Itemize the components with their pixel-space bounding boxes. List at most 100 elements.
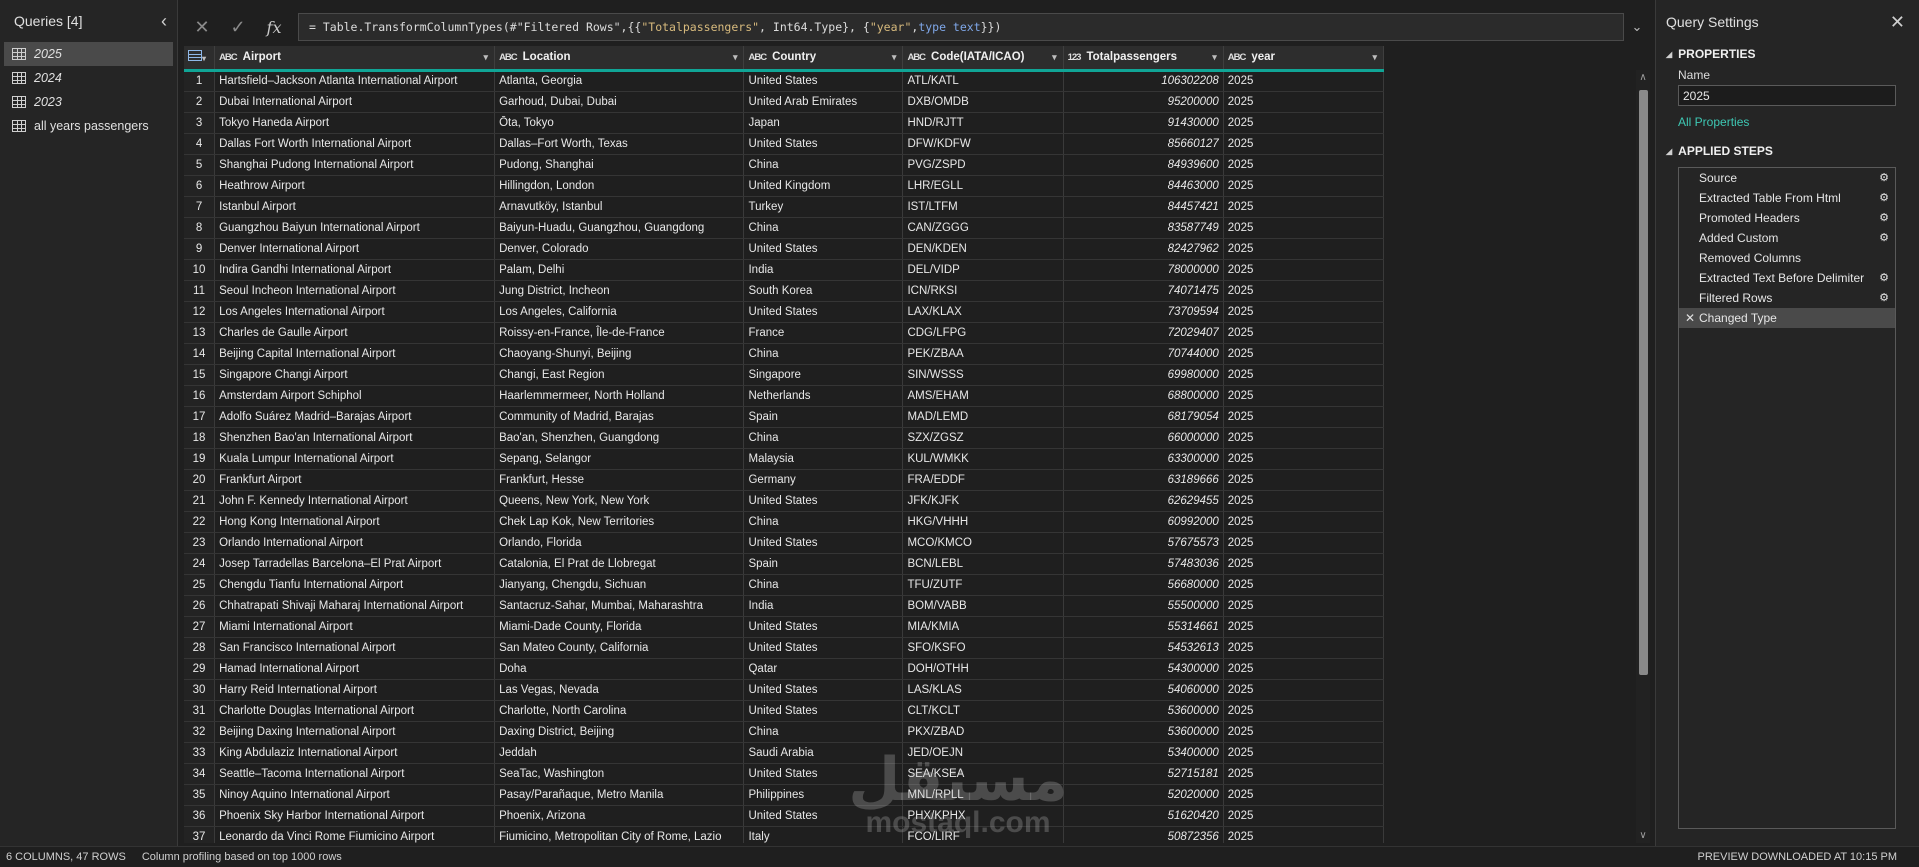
table-cell[interactable]: ICN/RKSI — [902, 280, 1064, 302]
table-cell[interactable]: 78000000 — [1063, 259, 1224, 281]
table-cell[interactable]: United States — [743, 490, 904, 512]
table-cell[interactable]: Beijing Daxing International Airport — [214, 721, 496, 743]
table-cell[interactable]: BOM/VABB — [902, 595, 1064, 617]
vertical-scrollbar[interactable]: ∧ ∨ — [1636, 70, 1650, 843]
table-cell[interactable]: Philippines — [743, 784, 904, 806]
query-item[interactable]: 2024 — [4, 66, 173, 90]
table-cell[interactable]: 54300000 — [1063, 658, 1224, 680]
table-cell[interactable]: 50872356 — [1063, 826, 1224, 843]
table-cell[interactable]: 53600000 — [1063, 700, 1224, 722]
table-cell[interactable]: King Abdulaziz International Airport — [214, 742, 496, 764]
gear-icon[interactable]: ⚙ — [1879, 211, 1889, 224]
text-type-icon[interactable]: ABC — [907, 52, 926, 63]
applied-step[interactable]: Extracted Text Before Delimiter ⚙ — [1679, 268, 1895, 288]
table-cell[interactable]: PHX/KPHX — [902, 805, 1064, 827]
table-cell[interactable]: 54532613 — [1063, 637, 1224, 659]
table-cell[interactable]: 2025 — [1223, 553, 1385, 575]
table-cell[interactable]: LHR/EGLL — [902, 175, 1064, 197]
table-cell[interactable]: Adolfo Suárez Madrid–Barajas Airport — [214, 406, 496, 428]
applied-step[interactable]: Promoted Headers ⚙ — [1679, 208, 1895, 228]
column-header[interactable]: 123 Totalpassengers ▾ — [1063, 46, 1224, 72]
query-item[interactable]: 2025 — [4, 42, 173, 66]
table-cell[interactable]: 2025 — [1223, 70, 1385, 92]
table-cell[interactable]: Changi, East Region — [494, 364, 745, 386]
table-cell[interactable]: 74071475 — [1063, 280, 1224, 302]
filter-dropdown-icon[interactable]: ▾ — [1212, 52, 1217, 63]
table-cell[interactable]: Istanbul Airport — [214, 196, 496, 218]
table-cell[interactable]: Charles de Gaulle Airport — [214, 322, 496, 344]
table-cell[interactable]: 57483036 — [1063, 553, 1224, 575]
table-cell[interactable]: 84463000 — [1063, 175, 1224, 197]
table-cell[interactable]: MAD/LEMD — [902, 406, 1064, 428]
table-cell[interactable]: CLT/KCLT — [902, 700, 1064, 722]
table-cell[interactable]: 2025 — [1223, 490, 1385, 512]
table-cell[interactable]: FRA/EDDF — [902, 469, 1064, 491]
table-cell[interactable]: 60992000 — [1063, 511, 1224, 533]
table-cell[interactable]: 2025 — [1223, 784, 1385, 806]
table-cell[interactable]: Haarlemmermeer, North Holland — [494, 385, 745, 407]
table-cell[interactable]: 2025 — [1223, 511, 1385, 533]
table-cell[interactable]: MIA/KMIA — [902, 616, 1064, 638]
table-cell[interactable]: United States — [743, 70, 904, 92]
text-type-icon[interactable]: ABC — [499, 52, 518, 63]
table-cell[interactable]: SZX/ZGSZ — [902, 427, 1064, 449]
table-cell[interactable]: 2025 — [1223, 364, 1385, 386]
table-cell[interactable]: 2025 — [1223, 322, 1385, 344]
table-cell[interactable]: 2025 — [1223, 112, 1385, 134]
table-cell[interactable]: United Kingdom — [743, 175, 904, 197]
all-properties-link[interactable]: All Properties — [1656, 115, 1919, 129]
table-cell[interactable]: Fiumicino, Metropolitan City of Rome, La… — [494, 826, 745, 843]
table-cell[interactable]: Denver, Colorado — [494, 238, 745, 260]
table-cell[interactable]: Seattle–Tacoma International Airport — [214, 763, 496, 785]
filter-dropdown-icon[interactable]: ▾ — [484, 52, 489, 63]
table-cell[interactable]: John F. Kennedy International Airport — [214, 490, 496, 512]
applied-step[interactable]: Filtered Rows ⚙ — [1679, 288, 1895, 308]
table-cell[interactable]: China — [743, 217, 904, 239]
table-cell[interactable]: 2025 — [1223, 469, 1385, 491]
table-cell[interactable]: Dallas Fort Worth International Airport — [214, 133, 496, 155]
table-cell[interactable]: Arnavutköy, Istanbul — [494, 196, 745, 218]
table-menu-grid-icon[interactable]: ▾ — [184, 46, 216, 72]
table-cell[interactable]: 69980000 — [1063, 364, 1224, 386]
column-header[interactable]: ABC Country ▾ — [743, 46, 904, 72]
table-cell[interactable]: Spain — [743, 553, 904, 575]
table-cell[interactable]: SFO/KSFO — [902, 637, 1064, 659]
table-cell[interactable]: 72029407 — [1063, 322, 1224, 344]
table-cell[interactable]: Beijing Capital International Airport — [214, 343, 496, 365]
table-cell[interactable]: Baiyun-Huadu, Guangzhou, Guangdong — [494, 217, 745, 239]
table-cell[interactable]: South Korea — [743, 280, 904, 302]
table-cell[interactable]: China — [743, 427, 904, 449]
table-cell[interactable]: Los Angeles International Airport — [214, 301, 496, 323]
table-cell[interactable]: Italy — [743, 826, 904, 843]
column-header[interactable]: ABC Location ▾ — [494, 46, 745, 72]
gear-icon[interactable]: ⚙ — [1879, 191, 1889, 204]
table-cell[interactable]: 2025 — [1223, 175, 1385, 197]
table-cell[interactable]: 62629455 — [1063, 490, 1224, 512]
table-cell[interactable]: Queens, New York, New York — [494, 490, 745, 512]
table-cell[interactable]: 63300000 — [1063, 448, 1224, 470]
collapse-chevron-icon[interactable]: ‹ — [161, 11, 167, 32]
table-cell[interactable]: Doha — [494, 658, 745, 680]
table-cell[interactable]: Chaoyang-Shunyi, Beijing — [494, 343, 745, 365]
table-cell[interactable]: DEL/VIDP — [902, 259, 1064, 281]
table-cell[interactable]: United States — [743, 616, 904, 638]
table-cell[interactable]: 70744000 — [1063, 343, 1224, 365]
table-cell[interactable]: Shanghai Pudong International Airport — [214, 154, 496, 176]
table-cell[interactable]: 52020000 — [1063, 784, 1224, 806]
table-cell[interactable]: 2025 — [1223, 679, 1385, 701]
table-cell[interactable]: TFU/ZUTF — [902, 574, 1064, 596]
table-cell[interactable]: United States — [743, 805, 904, 827]
applied-step[interactable]: Extracted Table From Html ⚙ — [1679, 188, 1895, 208]
table-cell[interactable]: LAS/KLAS — [902, 679, 1064, 701]
table-cell[interactable]: Hillingdon, London — [494, 175, 745, 197]
gear-icon[interactable]: ⚙ — [1879, 271, 1889, 284]
table-cell[interactable]: PKX/ZBAD — [902, 721, 1064, 743]
table-cell[interactable]: DOH/OTHH — [902, 658, 1064, 680]
column-header[interactable]: ABC Code(IATA/ICAO) ▾ — [902, 46, 1064, 72]
table-cell[interactable]: 91430000 — [1063, 112, 1224, 134]
table-cell[interactable]: Singapore — [743, 364, 904, 386]
table-cell[interactable]: 2025 — [1223, 406, 1385, 428]
table-cell[interactable]: China — [743, 511, 904, 533]
text-type-icon[interactable]: ABC — [1228, 52, 1247, 63]
column-header[interactable]: ABC Airport ▾ — [214, 46, 496, 72]
